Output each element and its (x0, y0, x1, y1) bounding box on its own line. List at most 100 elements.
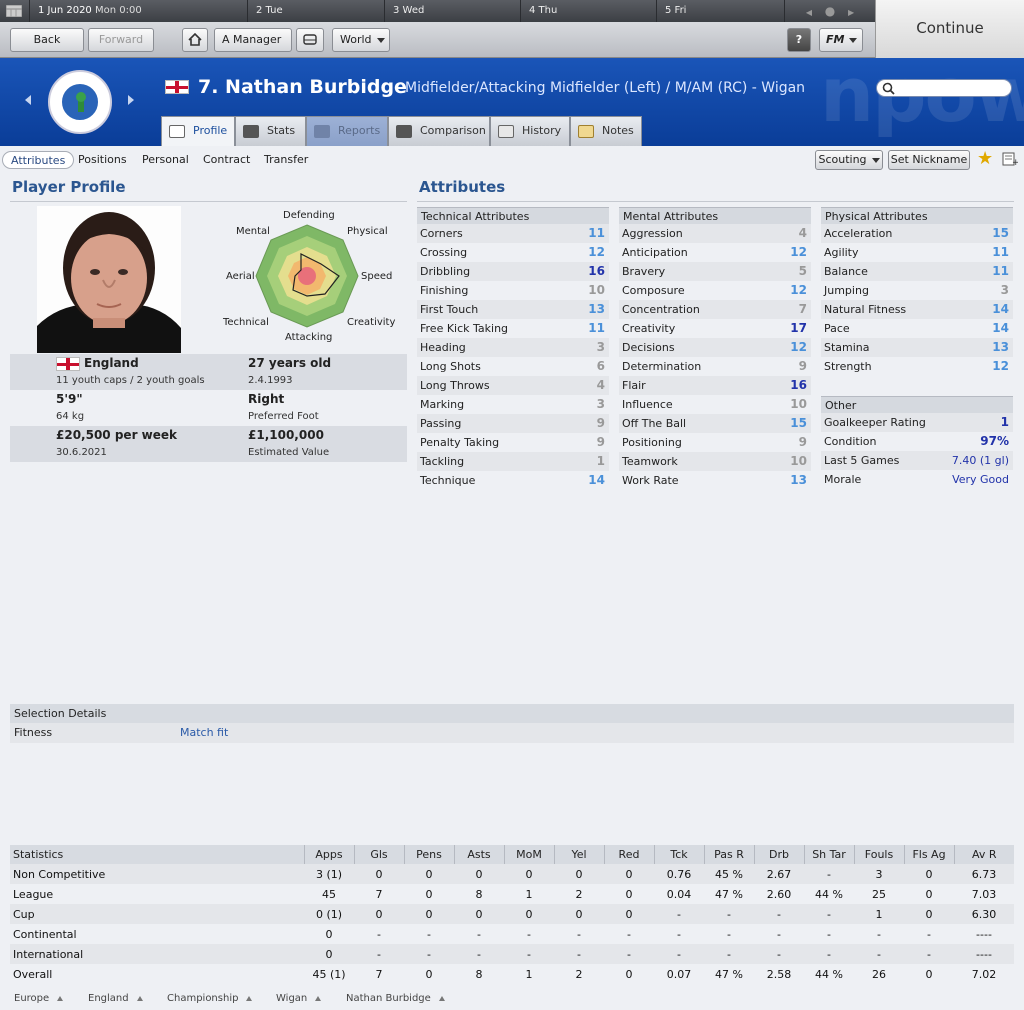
breadcrumb-championship[interactable]: Championship (167, 993, 252, 1004)
stats-cell: 0 (425, 967, 433, 981)
stats-column-header[interactable]: Gls (353, 845, 404, 864)
time-text: Mon 0:00 (94, 5, 142, 16)
subtab-personal[interactable]: Personal (134, 151, 197, 169)
tab-stats[interactable]: Stats (235, 116, 306, 146)
club-crest[interactable] (48, 70, 112, 134)
estimated-value-label: Estimated Value (248, 447, 330, 458)
set-nickname-button[interactable]: Set Nickname (888, 150, 970, 170)
stats-column-header[interactable]: Tck (653, 845, 704, 864)
stats-cell: 7.02 (971, 967, 997, 981)
manager-dropdown[interactable]: A Manager (214, 28, 292, 65)
prev-week-icon[interactable]: ◀ (806, 8, 812, 17)
attribute-row: Work Rate 13 (619, 471, 811, 490)
stats-column-header[interactable]: MoM (503, 845, 554, 864)
tab-history[interactable]: History (490, 116, 570, 146)
attribute-row: Anticipation 12 (619, 243, 811, 262)
stats-cell: 0.04 (666, 887, 692, 901)
calendar-day-3[interactable]: 3 Wed (385, 0, 521, 22)
help-button[interactable]: ? (787, 28, 811, 52)
world-dropdown[interactable]: World (332, 28, 390, 52)
stats-column-header[interactable]: Apps (303, 845, 354, 864)
stats-column-header[interactable]: Asts (453, 845, 504, 864)
next-week-icon[interactable]: ▶ (848, 8, 854, 17)
inbox-button[interactable] (296, 28, 324, 52)
stats-cell: 25 (872, 887, 886, 901)
stats-column-header[interactable]: Fouls (853, 845, 904, 864)
attribute-name: Natural Fitness (824, 303, 907, 316)
player-weight: 64 kg (56, 411, 85, 422)
subtab-positions[interactable]: Positions (70, 151, 135, 169)
fitness-value[interactable]: Match fit (180, 726, 228, 739)
stats-column-header[interactable]: Yel (553, 845, 604, 864)
stats-row: Non Competitive 3 (1) 0 0 0 0 0 0 0.76 45 % 2.67-3… (10, 864, 1014, 884)
attribute-name: Balance (824, 265, 868, 278)
attribute-row: First Touch 13 (417, 300, 609, 319)
breadcrumb-england[interactable]: England (88, 993, 143, 1004)
stats-row: Cup 0 (1) 0 0 0 0 0 0- - - -1 0 6.30 (10, 904, 1014, 924)
back-button[interactable]: Back (10, 28, 84, 52)
continue-button[interactable]: Continue (875, 0, 1024, 58)
subtab-contract[interactable]: Contract (195, 151, 258, 169)
stats-row: Overall 45 (1) 7 0 8 1 2 0 0.07 47 % 2.58 44 % 26 0 7.… (10, 964, 1014, 984)
stats-cell: - (454, 944, 504, 964)
stats-column-header[interactable]: Fls Ag (903, 845, 954, 864)
stats-cell: - (704, 944, 754, 964)
fm-menu-button[interactable]: FM (819, 28, 863, 52)
fm-logo: FM (826, 33, 845, 46)
subtab-transfer[interactable]: Transfer (256, 151, 316, 169)
scouting-dropdown[interactable]: Scouting (815, 150, 883, 170)
today-icon[interactable]: ● (825, 4, 835, 18)
home-button[interactable] (182, 28, 208, 52)
tab-comparison[interactable]: Comparison (388, 116, 490, 146)
attribute-row: Tackling 1 (417, 452, 609, 471)
add-note-icon[interactable]: + (1002, 152, 1020, 169)
forward-button[interactable]: Forward (88, 28, 154, 52)
stats-cell: 0.07 (666, 967, 692, 981)
stats-cell: 47 % (715, 887, 743, 901)
chevron-down-icon (849, 37, 858, 43)
stats-column-header[interactable]: Pens (403, 845, 454, 864)
info-row-physical: 5'9" 64 kg Right Preferred Foot (10, 390, 407, 426)
stats-column-header[interactable]: Drb (753, 845, 804, 864)
stats-cell: ---- (976, 927, 992, 941)
attribute-row: Pace 14 (821, 319, 1013, 338)
previous-player-icon[interactable] (25, 95, 31, 105)
tab-reports[interactable]: Reports (306, 116, 388, 146)
attribute-value: 12 (588, 245, 605, 259)
breadcrumb-player[interactable]: Nathan Burbidge (346, 993, 445, 1004)
stats-cell: 6.30 (954, 904, 1014, 924)
tab-label: History (522, 124, 562, 137)
tab-profile[interactable]: Profile (161, 116, 235, 146)
attribute-row: Bravery 5 (619, 262, 811, 281)
attributes-title: Attributes (419, 178, 506, 196)
stats-cell: - (754, 904, 804, 924)
calendar-icon[interactable] (0, 0, 30, 22)
attribute-row: Technique 14 (417, 471, 609, 490)
tab-label: Notes (602, 124, 634, 137)
selection-details-header: Selection Details (10, 704, 1014, 723)
calendar-day-5[interactable]: 5 Fri (657, 0, 785, 22)
stats-cell: 0 (454, 864, 504, 884)
next-player-icon[interactable] (128, 95, 134, 105)
calendar-scroll[interactable]: ◀ ● ▶ (785, 0, 875, 22)
stats-column-header[interactable]: Av R (953, 845, 1014, 864)
stats-column-header[interactable]: Red (603, 845, 654, 864)
breadcrumb-wigan[interactable]: Wigan (276, 993, 321, 1004)
calendar-day-2[interactable]: 2 Tue (248, 0, 385, 22)
home-icon (188, 32, 202, 46)
breadcrumb-europe[interactable]: Europe (14, 993, 63, 1004)
calendar-day-4[interactable]: 4 Thu (521, 0, 657, 22)
stats-cell: - (927, 927, 931, 941)
tab-notes[interactable]: Notes (570, 116, 642, 146)
stats-column-header[interactable]: Sh Tar (803, 845, 854, 864)
subtab-attributes[interactable]: Attributes (2, 151, 75, 169)
stats-column-header[interactable]: Statistics (10, 845, 304, 864)
nationality[interactable]: England (84, 356, 139, 370)
other-header: Other (821, 396, 1013, 413)
fitness-row: Fitness Match fit (10, 723, 1014, 743)
stats-column-header[interactable]: Pas R (703, 845, 754, 864)
shortlist-star-icon[interactable]: ★ (977, 148, 993, 169)
stats-cell: 0 (504, 864, 554, 884)
search-input[interactable] (876, 79, 1012, 97)
attribute-value: 9 (798, 359, 807, 373)
